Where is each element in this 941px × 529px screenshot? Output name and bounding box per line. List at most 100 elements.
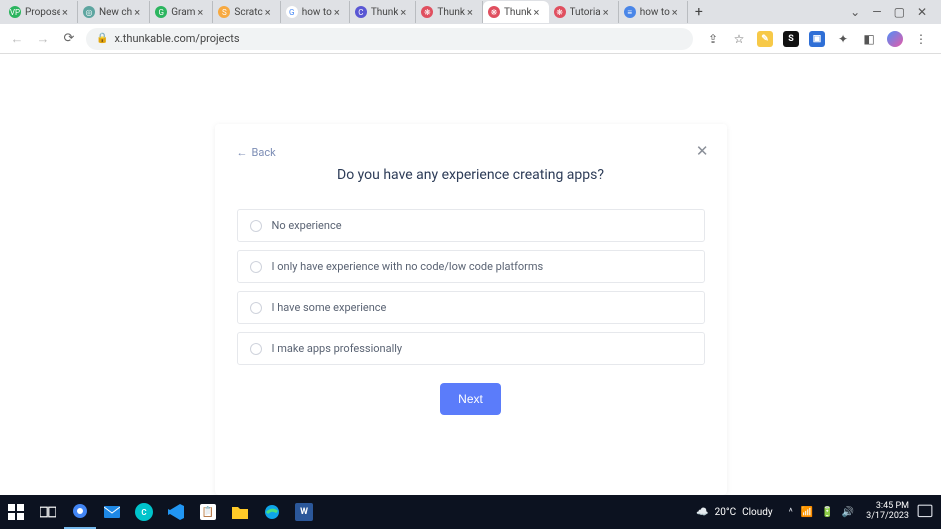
tab-close-icon[interactable]: × xyxy=(134,6,144,19)
taskbar-mail-icon[interactable] xyxy=(96,495,128,529)
taskbar-explorer-icon[interactable] xyxy=(224,495,256,529)
browser-tab[interactable]: ≡ how to× xyxy=(619,1,688,23)
tray-volume-icon[interactable]: 🔊 xyxy=(842,507,854,518)
page-content: ← Back ✕ Do you have any experience crea… xyxy=(0,54,941,495)
arrow-left-icon: ← xyxy=(237,146,248,159)
browser-tab[interactable]: VPPropose× xyxy=(4,1,78,23)
option-no-experience[interactable]: No experience xyxy=(237,209,705,242)
weather-widget[interactable]: ☁️ 20°C Cloudy xyxy=(696,507,772,518)
tab-close-icon[interactable]: × xyxy=(603,6,613,19)
taskbar-edge-icon[interactable] xyxy=(256,495,288,529)
option-label: I only have experience with no code/low … xyxy=(272,260,544,273)
weather-temp: 20°C xyxy=(715,507,736,518)
windows-taskbar: C 📋 W ☁️ 20°C Cloudy ^ 📶 🔋 🔊 3:45 PM 3/1… xyxy=(0,495,941,529)
extension-screenshot-icon[interactable]: ▣ xyxy=(809,31,825,47)
toolbar-right: ⇪ ☆ ✎ S ▣ ✦ ◧ ⋮ xyxy=(701,31,933,47)
nav-reload-button[interactable]: ⟳ xyxy=(60,30,78,48)
browser-tab[interactable]: S Scratc× xyxy=(213,1,280,23)
clock[interactable]: 3:45 PM 3/17/2023 xyxy=(866,502,909,522)
tab-close-icon[interactable]: × xyxy=(334,6,344,19)
system-tray: ^ 📶 🔋 🔊 xyxy=(789,507,855,518)
tab-title: how to xyxy=(302,7,332,18)
radio-icon xyxy=(250,343,262,355)
taskbar-chrome-icon[interactable] xyxy=(64,495,96,529)
taskbar-canva-icon[interactable]: C xyxy=(128,495,160,529)
tab-close-icon[interactable]: × xyxy=(467,6,477,19)
kebab-menu-icon[interactable]: ⋮ xyxy=(913,31,929,47)
taskbar-word-icon[interactable]: W xyxy=(288,495,320,529)
option-some-experience[interactable]: I have some experience xyxy=(237,291,705,324)
next-button[interactable]: Next xyxy=(440,383,501,415)
radio-icon xyxy=(250,220,262,232)
browser-tab[interactable]: ❋ Thunk× xyxy=(483,1,549,23)
toolbar: ← → ⟳ 🔒 x.thunkable.com/projects ⇪ ☆ ✎ S… xyxy=(0,24,941,54)
option-no-code[interactable]: I only have experience with no code/low … xyxy=(237,250,705,283)
browser-tab[interactable]: ❋Tutoria× xyxy=(549,1,619,23)
radio-icon xyxy=(250,261,262,273)
tab-title: Scratc xyxy=(234,7,262,18)
tab-close-icon[interactable]: × xyxy=(197,6,207,19)
window-controls: ⌄ — ▢ ✕ xyxy=(850,5,937,19)
tab-title: Thunk xyxy=(504,7,532,18)
tab-close-icon[interactable]: × xyxy=(672,6,682,19)
tab-title: Tutoria xyxy=(570,7,601,18)
tab-strip: VPPropose×◎New ch×GGram×SScratc×Ghow to×… xyxy=(0,0,941,24)
weather-desc: Cloudy xyxy=(742,507,773,518)
tab-close-icon[interactable]: × xyxy=(265,6,275,19)
browser-tab[interactable]: ❋ Thunk× xyxy=(416,1,483,23)
browser-tab[interactable]: GGram× xyxy=(150,1,213,23)
chevron-down-icon[interactable]: ⌄ xyxy=(850,5,860,19)
extension-s-icon[interactable]: S xyxy=(783,31,799,47)
profile-avatar[interactable] xyxy=(887,31,903,47)
close-button[interactable]: ✕ xyxy=(696,142,709,160)
tab-title: Thunk xyxy=(437,7,465,18)
notifications-button[interactable] xyxy=(915,495,935,529)
tab-close-icon[interactable]: × xyxy=(534,6,544,19)
tab-favicon-icon: ❋ xyxy=(488,6,500,18)
bookmark-icon[interactable]: ☆ xyxy=(731,31,747,47)
maximize-button[interactable]: ▢ xyxy=(894,5,905,19)
browser-tab[interactable]: C Thunk× xyxy=(350,1,417,23)
tray-battery-icon[interactable]: 🔋 xyxy=(821,507,833,518)
option-label: I make apps professionally xyxy=(272,342,403,355)
tray-wifi-icon[interactable]: 📶 xyxy=(801,507,813,518)
tab-favicon-icon: ≡ xyxy=(624,6,636,18)
system-tray-area: ☁️ 20°C Cloudy ^ 📶 🔋 🔊 3:45 PM 3/17/2023 xyxy=(696,495,941,529)
taskbar-vscode-icon[interactable] xyxy=(160,495,192,529)
weather-icon: ☁️ xyxy=(696,507,708,518)
puzzle-icon[interactable]: ✦ xyxy=(835,31,851,47)
new-tab-button[interactable]: + xyxy=(688,1,710,23)
nav-forward-button[interactable]: → xyxy=(34,30,52,48)
option-label: No experience xyxy=(272,219,342,232)
option-label: I have some experience xyxy=(272,301,387,314)
option-professional[interactable]: I make apps professionally xyxy=(237,332,705,365)
start-button[interactable] xyxy=(0,495,32,529)
tab-favicon-icon: ❋ xyxy=(421,6,433,18)
minimize-button[interactable]: — xyxy=(872,5,881,19)
tab-close-icon[interactable]: × xyxy=(62,6,72,19)
nav-back-button[interactable]: ← xyxy=(8,30,26,48)
url-text: x.thunkable.com/projects xyxy=(114,32,239,45)
clock-date: 3/17/2023 xyxy=(866,512,909,522)
share-icon[interactable]: ⇪ xyxy=(705,31,721,47)
browser-tab[interactable]: Ghow to× xyxy=(281,1,350,23)
address-bar[interactable]: 🔒 x.thunkable.com/projects xyxy=(86,28,693,50)
tab-title: how to xyxy=(640,7,670,18)
sidepanel-icon[interactable]: ◧ xyxy=(861,31,877,47)
taskbar-app1-icon[interactable]: 📋 xyxy=(192,495,224,529)
close-window-button[interactable]: ✕ xyxy=(917,5,927,19)
tab-close-icon[interactable]: × xyxy=(400,6,410,19)
tray-chevron-icon[interactable]: ^ xyxy=(789,507,793,518)
tab-favicon-icon: S xyxy=(218,6,230,18)
radio-icon xyxy=(250,302,262,314)
browser-chrome: VPPropose×◎New ch×GGram×SScratc×Ghow to×… xyxy=(0,0,941,54)
tab-title: Thunk xyxy=(371,7,399,18)
extension-yellow-icon[interactable]: ✎ xyxy=(757,31,773,47)
tab-favicon-icon: VP xyxy=(9,6,21,18)
back-button[interactable]: ← Back xyxy=(237,146,705,159)
tab-favicon-icon: C xyxy=(355,6,367,18)
task-view-button[interactable] xyxy=(32,495,64,529)
browser-tab[interactable]: ◎New ch× xyxy=(78,1,150,23)
tab-title: New ch xyxy=(99,7,132,18)
back-label: Back xyxy=(252,146,276,159)
